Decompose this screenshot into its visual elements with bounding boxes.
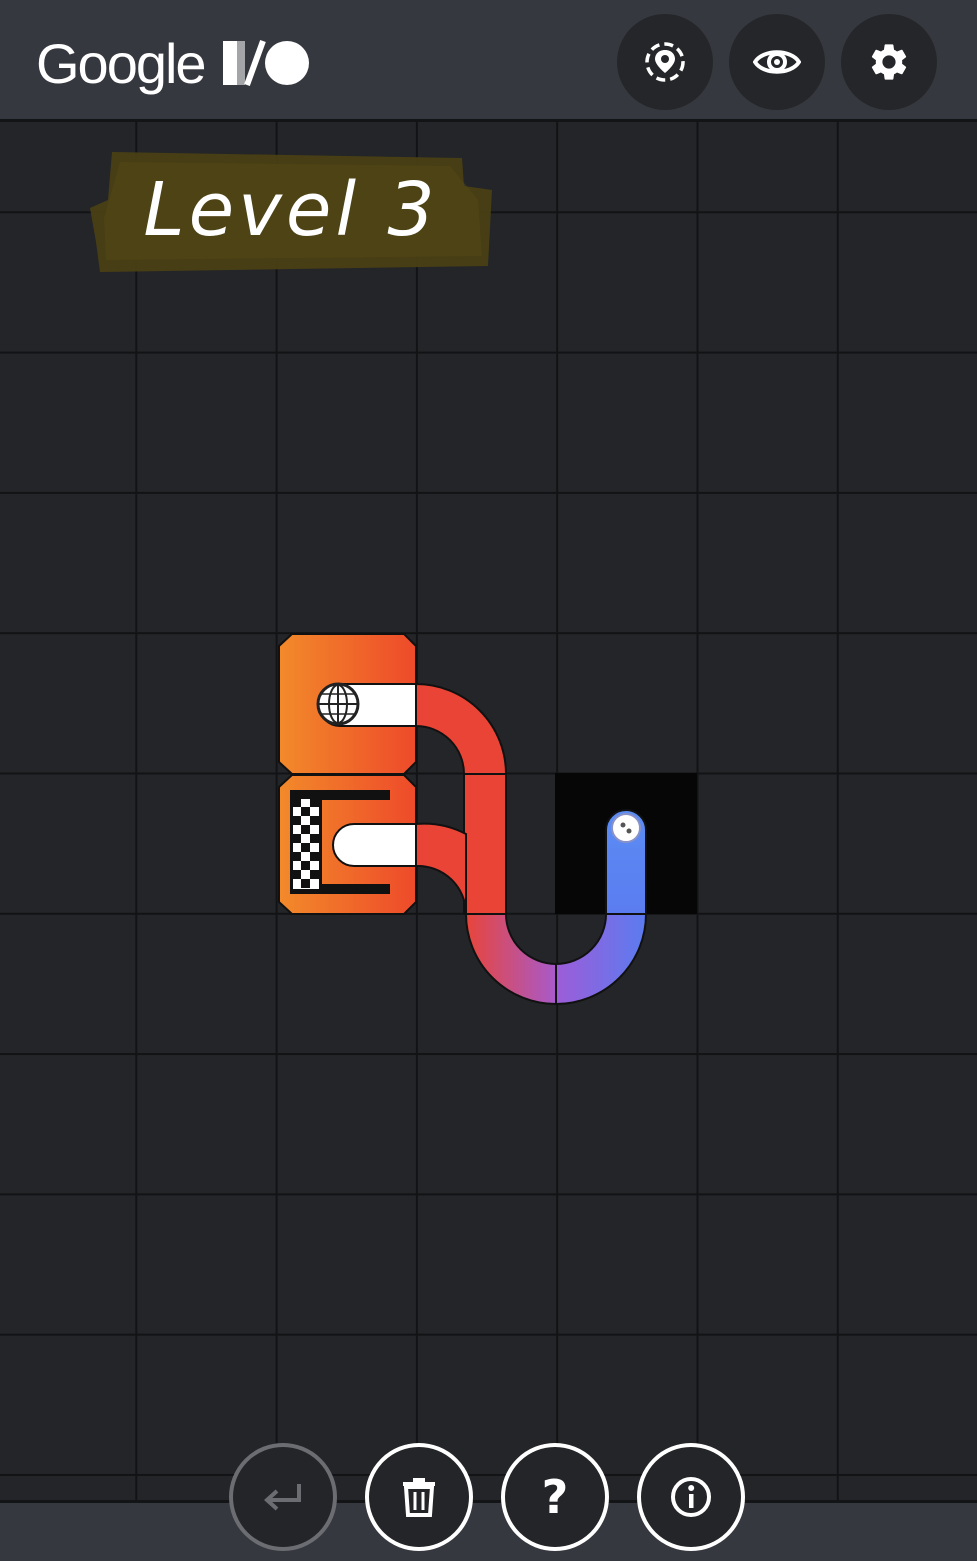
settings-button[interactable] (841, 14, 937, 110)
bottom-bar (0, 1500, 977, 1561)
location-button[interactable] (617, 14, 713, 110)
help-button[interactable]: ? (501, 1443, 609, 1551)
eye-icon (753, 50, 801, 74)
undo-arrow-icon (264, 1484, 301, 1511)
undo-button[interactable] (229, 1443, 337, 1551)
google-io-logo: Google (36, 28, 311, 98)
info-icon (671, 1477, 711, 1517)
question-mark-icon: ? (541, 1470, 569, 1524)
delete-button[interactable] (365, 1443, 473, 1551)
info-button[interactable] (637, 1443, 745, 1551)
finish-station[interactable] (278, 774, 417, 915)
globe-ball-icon (316, 682, 360, 726)
gear-icon (871, 44, 907, 80)
level-title: Level 3 (143, 167, 439, 253)
io-logo-icon (221, 35, 311, 91)
start-station[interactable] (278, 633, 417, 775)
track-curve-merge[interactable] (415, 822, 468, 915)
visibility-button[interactable] (729, 14, 825, 110)
track-curve-top[interactable] (415, 682, 508, 775)
trash-icon (403, 1478, 435, 1517)
track-straight-vertical[interactable] (463, 773, 507, 915)
track-end-marker (611, 813, 641, 843)
track-u-right[interactable] (555, 913, 648, 1006)
track-u-left[interactable] (464, 913, 557, 1006)
level-label: Level 3 (90, 148, 492, 272)
game-screen: Level 3 Google ? (0, 0, 977, 1561)
location-dashed-icon (645, 42, 685, 82)
top-app-bar: Google (0, 0, 977, 122)
checkered-flag-icon (291, 797, 321, 891)
brand-wordmark: Google (36, 31, 207, 95)
track-end-segment[interactable] (605, 809, 647, 915)
